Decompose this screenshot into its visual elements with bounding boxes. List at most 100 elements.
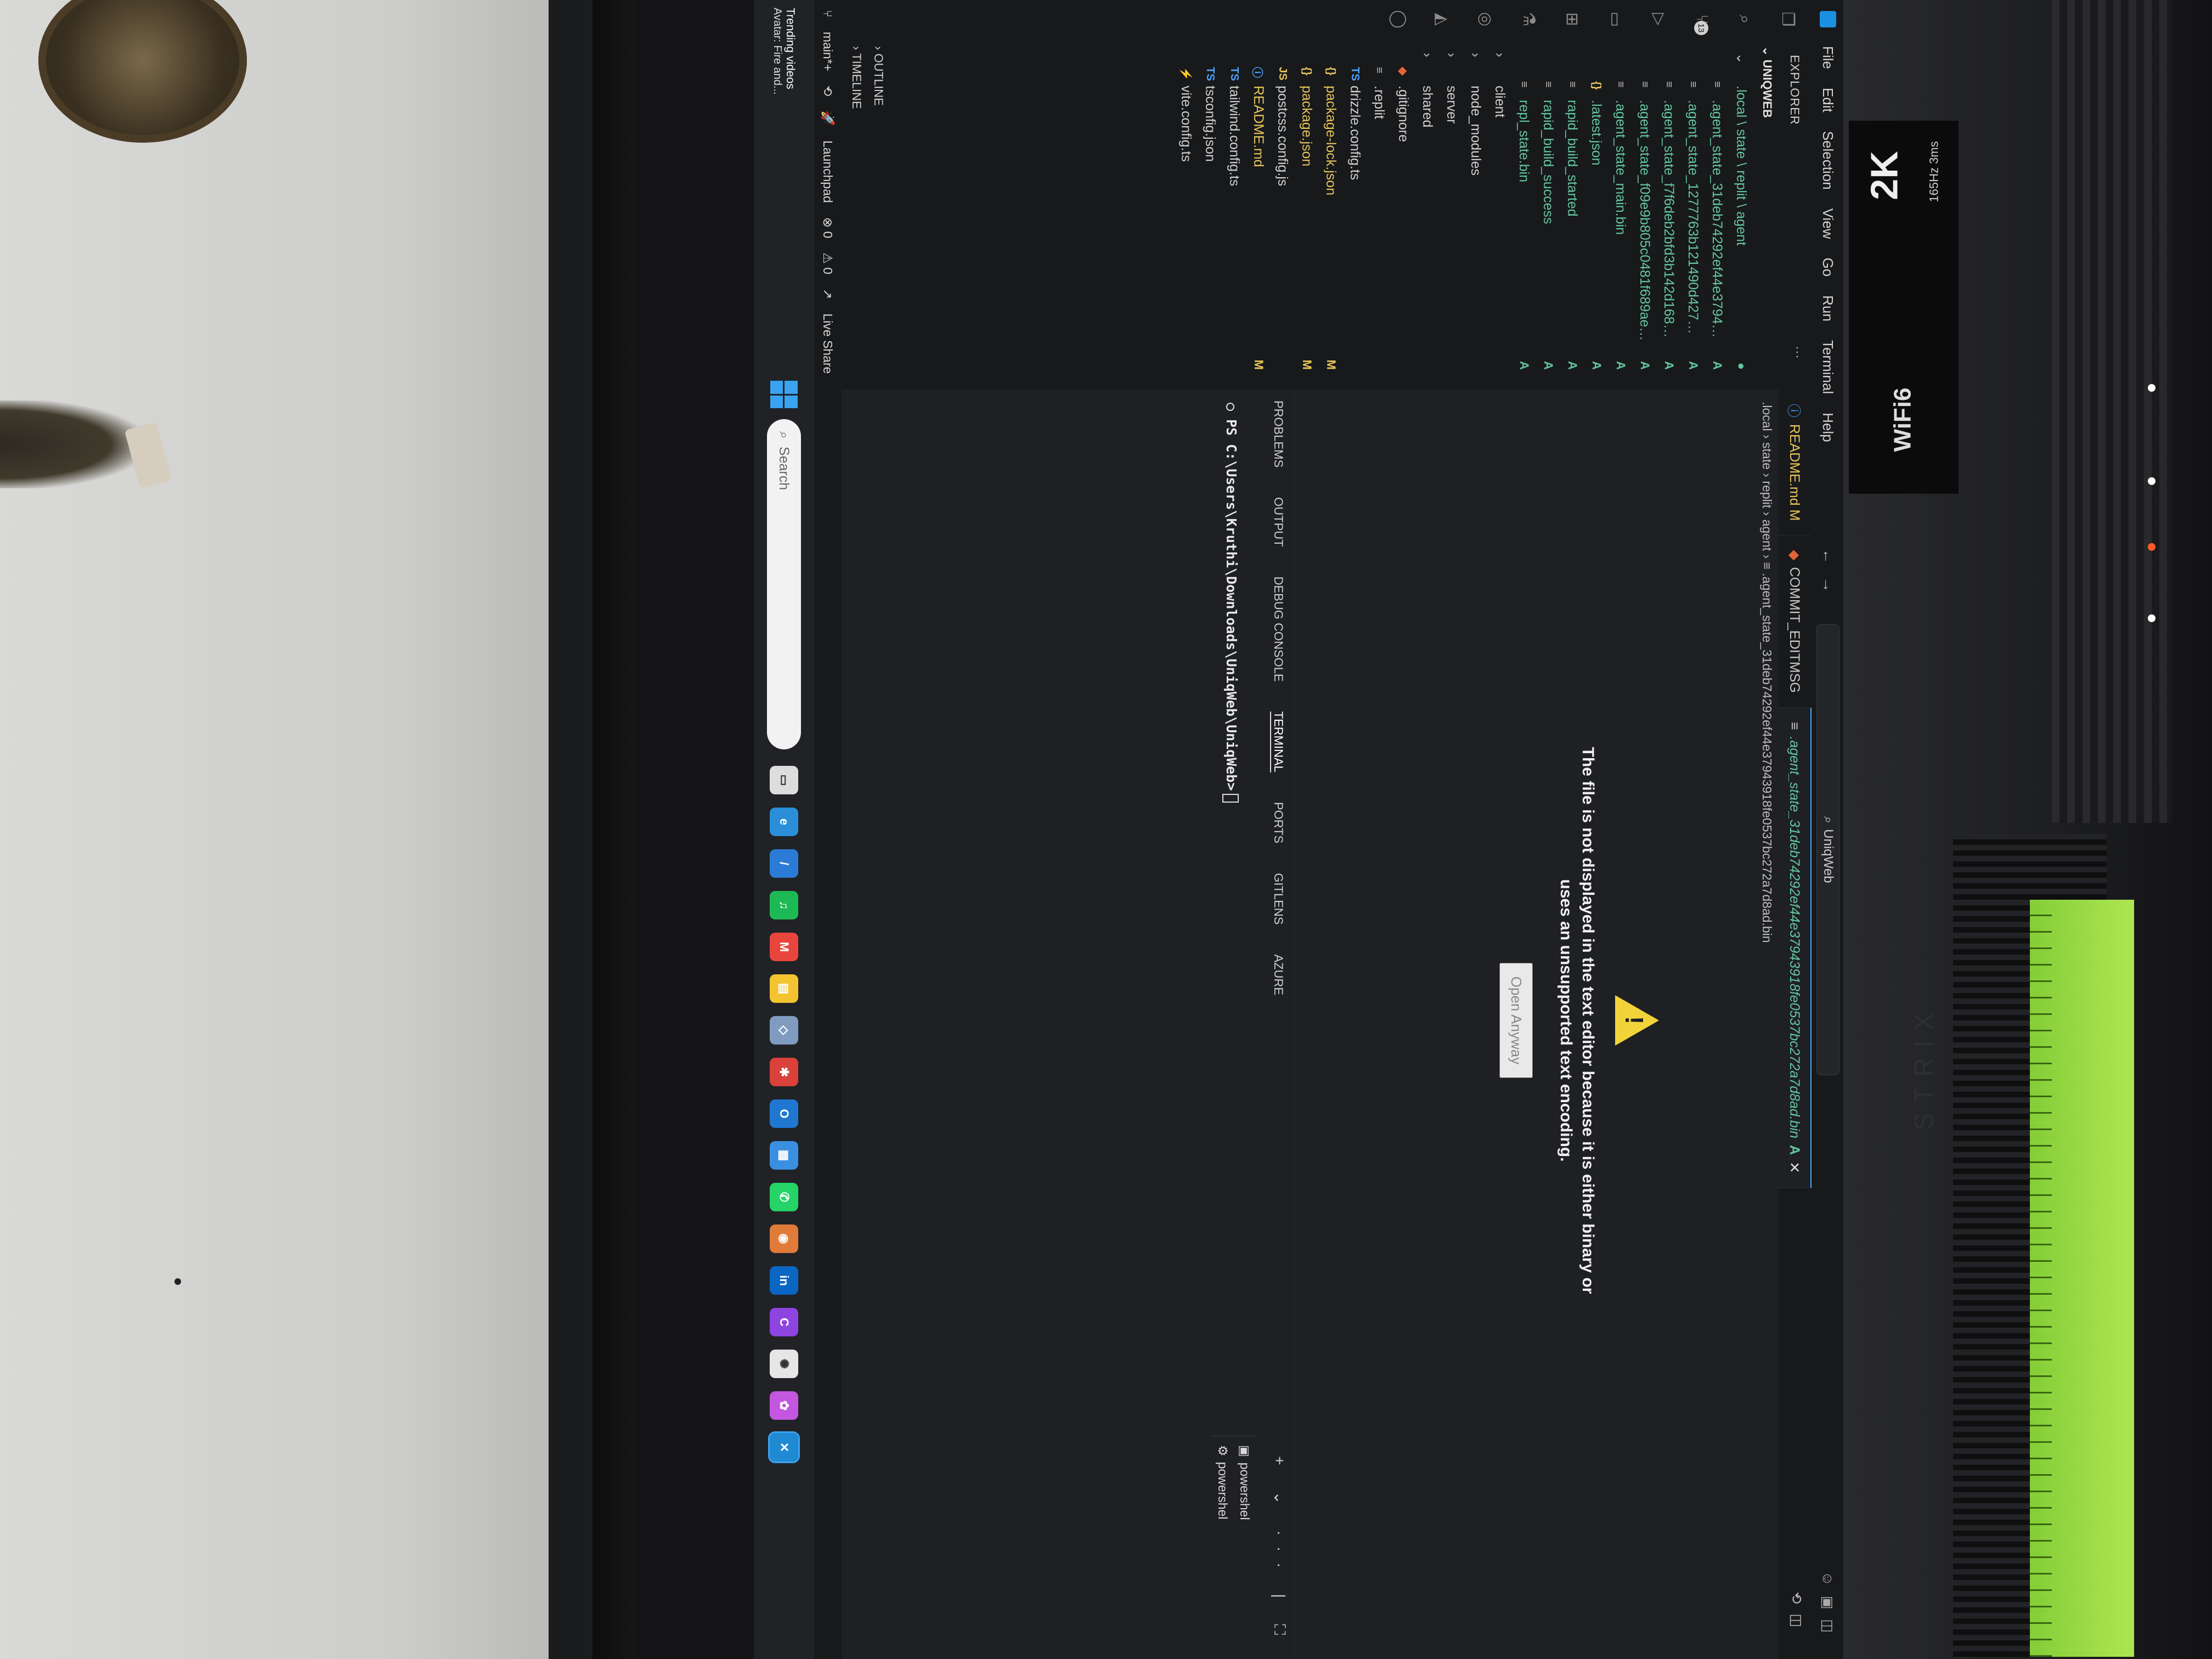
tab-agent-state-bin[interactable]: ≡ .agent_state_31deb74292ef44e37943918fe… <box>1779 707 1812 1188</box>
menu-edit[interactable]: Edit <box>1820 88 1837 112</box>
app-red-icon[interactable]: ✱ <box>770 1058 798 1086</box>
command-center-search[interactable]: ⌕ UniqWeb <box>1816 624 1839 1075</box>
terminal-instance[interactable]: ▣ powershel <box>1234 1445 1256 1643</box>
edge-icon[interactable]: e <box>770 808 798 836</box>
tab-readme[interactable]: ⓘ README.md M <box>1779 390 1810 536</box>
tab-ports[interactable]: PORTS <box>1270 802 1285 843</box>
account-icon[interactable]: ◯ <box>1389 10 1408 29</box>
title-bar-icons[interactable]: ☺▣◫ <box>1820 1571 1837 1643</box>
tree-item[interactable]: ≡ repl_state.bin A <box>1512 38 1536 390</box>
tree-item[interactable]: ≡ .agent_state_31deb74292ef44e37943... A <box>1705 38 1729 390</box>
menu-selection[interactable]: Selection <box>1820 131 1837 190</box>
tree-item[interactable]: › node_modules <box>1464 38 1488 390</box>
tree-item[interactable]: {} package.json M <box>1295 38 1319 390</box>
tree-item[interactable]: JS postcss.config.js <box>1271 38 1295 390</box>
error-count[interactable]: ⊗ 0 <box>821 217 836 238</box>
tab-output[interactable]: OUTPUT <box>1270 497 1285 546</box>
tab-azure[interactable]: AZURE <box>1270 954 1285 995</box>
azure-icon[interactable]: ◭ <box>1432 13 1452 25</box>
tree-item[interactable]: › server <box>1440 38 1464 390</box>
store-icon[interactable]: ▦ <box>770 1141 798 1170</box>
tree-item[interactable]: › shared <box>1415 38 1440 390</box>
spotify-icon[interactable]: ♫ <box>770 891 798 919</box>
tree-item[interactable]: TS tsconfig.json <box>1198 38 1222 390</box>
tree-item[interactable]: ≡ .agent_state_1277763b121490d42773... A <box>1681 38 1705 390</box>
back-arrow-icon[interactable]: ← <box>1820 549 1837 577</box>
menu-go[interactable]: Go <box>1820 258 1837 277</box>
tree-item[interactable]: TS drizzle.config.ts <box>1343 38 1367 390</box>
menu-run[interactable]: Run <box>1820 295 1837 321</box>
sync-icon[interactable]: ⟲ <box>821 86 836 96</box>
live-share-button[interactable]: Live Share <box>821 313 836 374</box>
terminal-prompt[interactable]: ○ PS C:\Users\Kruthi\Downloads\UniqWeb\U… <box>1222 403 1239 803</box>
breadcrumb[interactable]: .local › state › replit › agent › ≡ .age… <box>1759 402 1774 943</box>
branch-name[interactable]: main*+ <box>821 32 836 71</box>
split-editor-icon[interactable]: ◫ <box>1788 1613 1805 1637</box>
outlook-icon[interactable]: O <box>770 1099 798 1128</box>
vs-code-alt-icon[interactable]: / <box>770 849 798 878</box>
gitlens-icon[interactable]: ◎ <box>1476 12 1495 26</box>
tab-commit-editmsg[interactable]: ◆ COMMIT_EDITMSG <box>1779 535 1810 708</box>
nav-arrows[interactable]: ←→ <box>1819 549 1837 606</box>
panel-actions[interactable]: + ⌄ ··· | ⛶ <box>1270 1456 1289 1646</box>
copilot-app-icon[interactable]: ✿ <box>770 1391 798 1420</box>
tree-item[interactable]: › client <box>1488 38 1512 390</box>
tab-terminal[interactable]: TERMINAL <box>1270 711 1285 772</box>
explorer-more-button[interactable]: ··· <box>1790 346 1805 359</box>
windows-start-icon[interactable] <box>770 381 798 408</box>
tree-item[interactable]: ≡ rapid_build_success A <box>1536 38 1560 390</box>
tree-item[interactable]: {} .latest.json A <box>1584 38 1609 390</box>
copilot-icon[interactable]: ◉ <box>770 1224 798 1253</box>
chatgpt-icon[interactable]: ✺ <box>770 1350 798 1378</box>
open-anyway-button[interactable]: Open Anyway <box>1499 962 1533 1079</box>
outline-section[interactable]: › OUTLINE <box>871 46 885 106</box>
linkedin-icon[interactable]: in <box>770 1266 798 1295</box>
menu-terminal[interactable]: Terminal <box>1820 340 1837 394</box>
news-widget[interactable]: Trending videos Avatar: Fire and... <box>757 0 811 145</box>
canva-icon[interactable]: C <box>770 1308 798 1336</box>
timeline-section[interactable]: › TIMELINE <box>849 46 864 109</box>
tree-item[interactable]: {} package-lock.json M <box>1319 38 1343 390</box>
copilot-icon[interactable]: ☺ <box>1820 1571 1837 1596</box>
gmail-icon[interactable]: M <box>770 933 798 961</box>
menu-help[interactable]: Help <box>1820 413 1837 442</box>
taskbar-search[interactable]: ⌕ Search <box>767 419 801 749</box>
close-icon[interactable]: ✕ <box>1786 1161 1803 1173</box>
files-icon[interactable]: ▤ <box>770 974 798 1003</box>
tab-gitlens[interactable]: GITLENS <box>1270 873 1285 924</box>
tree-item[interactable]: ◆ .gitignore <box>1391 38 1415 390</box>
menu-view[interactable]: View <box>1820 208 1837 239</box>
tree-item[interactable]: ⌄ .local \ state \ replit \ agent ● <box>1729 38 1753 390</box>
tree-item[interactable]: ≡ .agent_state_f09e9b805c0481f689aed... A <box>1633 38 1657 390</box>
tree-item[interactable]: ⚡ vite.config.ts <box>1174 38 1198 390</box>
editor-actions[interactable]: ⟲◫ <box>1788 1592 1805 1637</box>
remote-explorer-icon[interactable]: ▭ <box>1606 12 1625 27</box>
tab-problems[interactable]: PROBLEMS <box>1270 400 1285 467</box>
tree-item[interactable]: TS tailwind.config.ts <box>1222 38 1246 390</box>
tree-item[interactable]: ⓘ README.md M <box>1246 38 1271 390</box>
forward-arrow-icon[interactable]: → <box>1820 577 1837 606</box>
whatsapp-icon[interactable]: ✆ <box>770 1183 798 1211</box>
run-debug-icon[interactable]: ▷ <box>1649 13 1668 25</box>
workspace-section[interactable]: ⌄ UNIQWEB <box>1760 46 1774 118</box>
menu-file[interactable]: File <box>1820 46 1837 69</box>
testing-icon[interactable]: ⚗ <box>1519 12 1538 27</box>
tree-item[interactable]: ≡ .agent_state_main.bin A <box>1609 38 1633 390</box>
warning-count[interactable]: ⚠ 0 <box>821 252 836 274</box>
tab-debug-console[interactable]: DEBUG CONSOLE <box>1270 577 1285 682</box>
gitlens-compare-icon[interactable]: ⟲ <box>1788 1592 1805 1614</box>
app-icon[interactable]: ◇ <box>770 1016 798 1045</box>
panel-toggle-icon[interactable]: ◫ <box>1820 1619 1837 1643</box>
tree-item[interactable]: ≡ rapid_build_started A <box>1560 38 1584 390</box>
terminal-instance[interactable]: ⚙ powershel <box>1212 1445 1234 1643</box>
vs-code-icon[interactable]: ✕ <box>768 1431 800 1463</box>
tree-item[interactable]: ≡ .replit <box>1367 38 1391 390</box>
launchpad-button[interactable]: Launchpad <box>821 140 836 203</box>
extensions-icon[interactable]: ⊞ <box>1562 12 1582 26</box>
layout-icon[interactable]: ▣ <box>1820 1596 1837 1620</box>
git-status-badge: M <box>1324 359 1338 370</box>
task-view-icon[interactable]: ▭ <box>770 766 798 794</box>
explorer-icon[interactable]: ❐ <box>1778 12 1797 27</box>
search-view-icon[interactable]: ⌕ <box>1735 15 1754 24</box>
tree-item[interactable]: ≡ .agent_state_f7f6deb2bfd3b142d1686... A <box>1657 38 1681 390</box>
